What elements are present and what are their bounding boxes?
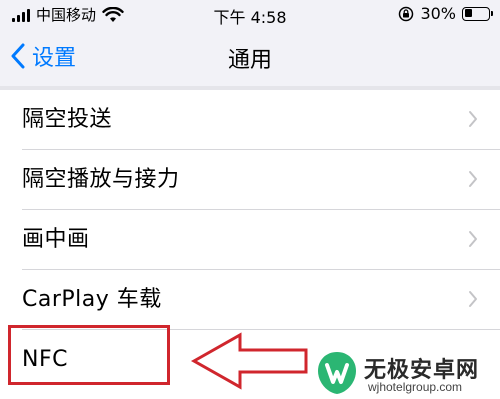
chevron-right-icon xyxy=(469,171,477,187)
battery-percent: 30% xyxy=(420,4,456,23)
list-item-label: 隔空播放与接力 xyxy=(22,167,180,192)
status-right: 30% xyxy=(398,4,493,23)
chevron-right-icon xyxy=(469,111,477,127)
status-bar: 中国移动 下午 4:58 30% xyxy=(0,0,500,28)
list-item-airdrop[interactable]: 隔空投送 xyxy=(0,90,500,150)
navigation-bar: 设置 通用 xyxy=(0,28,500,86)
chevron-right-icon xyxy=(469,231,477,247)
battery-icon xyxy=(462,6,493,21)
list-item-carplay[interactable]: CarPlay 车载 xyxy=(0,270,500,330)
list-item-label: 画中画 xyxy=(22,227,90,252)
rotation-lock-icon xyxy=(399,6,414,21)
battery-fill xyxy=(464,9,472,17)
arrow-left-icon xyxy=(190,332,308,390)
watermark-logo-icon xyxy=(318,352,356,394)
list-item-label: CarPlay 车载 xyxy=(22,287,162,312)
list-item-airplay-handoff[interactable]: 隔空播放与接力 xyxy=(0,150,500,210)
list-item-label: 隔空投送 xyxy=(22,107,113,132)
watermark: 无极安卓网 wjhotelgroup.com xyxy=(310,350,500,399)
chevron-right-icon xyxy=(469,291,477,307)
watermark-url: wjhotelgroup.com xyxy=(368,380,463,394)
page-title: 通用 xyxy=(227,48,272,73)
highlight-box xyxy=(8,325,170,385)
list-item-picture-in-picture[interactable]: 画中画 xyxy=(0,210,500,270)
